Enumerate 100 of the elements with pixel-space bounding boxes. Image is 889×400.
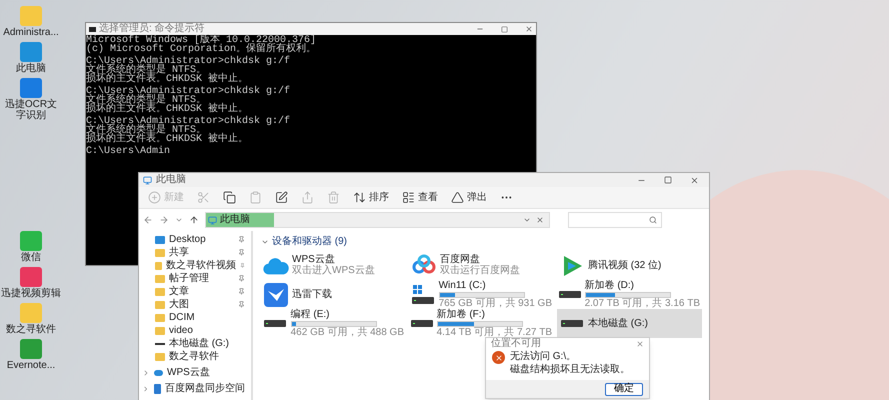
capacity-text: 4.14 TB 可用，共 7.27 TB: [436, 328, 552, 338]
ok-button[interactable]: 确定: [605, 382, 643, 396]
plus-icon: [148, 191, 161, 204]
drive-item[interactable]: 本地磁盘 (G:): [557, 309, 702, 338]
caret-icon[interactable]: [175, 216, 183, 224]
search-field[interactable]: [568, 212, 662, 228]
item-name: WPS云盘: [292, 255, 336, 265]
item-name: 新加卷 (F:): [436, 310, 486, 320]
desktop-icon-label[interactable]: Administra...: [1, 27, 61, 38]
sidebar-item[interactable]: Desktop: [139, 233, 251, 246]
sidebar-item[interactable]: 本地磁盘 (G:): [139, 337, 251, 350]
maximize-icon[interactable]: [664, 176, 672, 184]
app-item[interactable]: 腾讯视频 (32 位): [557, 251, 702, 280]
sidebar-item[interactable]: 大图: [139, 298, 251, 311]
search-icon: [649, 216, 657, 224]
desktop-icon-label[interactable]: Evernote...: [1, 360, 61, 371]
app-icon: [20, 267, 42, 287]
desktop-icon-label[interactable]: 此电脑: [1, 63, 61, 74]
clear-icon[interactable]: [536, 216, 544, 224]
console-line: Microsoft Windows [版本 10.0.22000.376]: [86, 36, 316, 45]
expand-icon[interactable]: [142, 368, 150, 376]
item-description: 双击进入WPS云盘: [292, 266, 376, 276]
drive-item[interactable]: 编程 (E:) 462 GB 可用，共 488 GB: [261, 309, 406, 338]
capacity-text: 765 GB 可用，共 931 GB: [438, 298, 552, 308]
sidebar-item[interactable]: WPS云盘: [139, 366, 251, 379]
dropdown-icon[interactable]: [523, 216, 531, 224]
drive-item[interactable]: 新加卷 (F:) 4.14 TB 可用，共 7.27 TB: [409, 309, 554, 338]
copy-icon: [223, 191, 236, 204]
play-icon: [561, 254, 583, 278]
window-title: 选择管理员: 命令提示符: [99, 24, 205, 34]
cloud-icon: [154, 370, 163, 376]
close-icon[interactable]: [636, 340, 644, 348]
desktop-icon: [155, 236, 165, 244]
back-icon[interactable]: [143, 215, 153, 225]
paste-icon: [249, 191, 262, 204]
folder-icon: [155, 352, 165, 360]
sidebar-item[interactable]: 共享: [139, 246, 251, 259]
bird-icon: [264, 282, 288, 306]
item-name: 迅雷下载: [292, 290, 333, 300]
item-name: 本地磁盘 (G:): [588, 318, 649, 328]
cut-icon: [197, 191, 210, 204]
expand-icon[interactable]: [142, 384, 150, 392]
console-line: 损坏的主文件表。CHKDSK 被中止。: [86, 75, 248, 84]
console-line: 损坏的主文件表。CHKDSK 被中止。: [86, 135, 248, 144]
share-icon: [301, 191, 314, 204]
console-line: 损坏的主文件表。CHKDSK 被中止。: [86, 105, 248, 114]
window-title: 此电脑: [156, 175, 186, 185]
console-line: 文件系统的类型是 NTFS。: [86, 126, 206, 135]
address-bar[interactable]: 此电脑: [205, 212, 550, 228]
folder-icon: [20, 6, 42, 26]
app-icon: [20, 78, 42, 98]
app-item[interactable]: WPS云盘 双击进入WPS云盘: [261, 251, 406, 280]
drive-icon: [264, 320, 286, 327]
sidebar-item[interactable]: 文章: [139, 285, 251, 298]
console-line: 文件系统的类型是 NTFS。: [86, 96, 206, 105]
item-name: 腾讯视频 (32 位): [588, 260, 662, 270]
drive-icon: [561, 320, 583, 327]
item-name: 编程 (E:): [290, 310, 330, 320]
dialog-title: 位置不可用: [491, 339, 541, 349]
rename-icon: [275, 191, 288, 204]
desktop-icon-label[interactable]: 数之寻软件: [1, 324, 61, 335]
sidebar-item[interactable]: video: [139, 324, 251, 337]
desktop-icon-label[interactable]: 迅捷视频剪辑: [1, 288, 61, 299]
console-line: (c) Microsoft Corporation。保留所有权利。: [86, 45, 316, 54]
app-item[interactable]: 迅雷下载: [261, 280, 406, 309]
error-detail: 磁盘结构损坏且无法读取。: [510, 364, 630, 376]
view-icon: [402, 191, 415, 204]
up-icon[interactable]: [189, 215, 199, 225]
drive-item[interactable]: 新加卷 (D:) 2.07 TB 可用，共 3.16 TB: [557, 280, 702, 309]
sort-button[interactable]: 排序: [348, 188, 394, 208]
item-name: 新加卷 (D:): [584, 280, 636, 290]
sync-icon: [154, 384, 161, 394]
collapse-icon[interactable]: [261, 238, 269, 246]
desktop-icon-label[interactable]: 微信: [1, 252, 61, 263]
sidebar-item[interactable]: 数之寻软件视频: [139, 259, 251, 272]
sidebar-item[interactable]: 百度网盘同步空间: [139, 382, 251, 395]
capacity-text: 2.07 TB 可用，共 3.16 TB: [584, 298, 700, 308]
eject-button[interactable]: 弹出: [446, 188, 492, 208]
sidebar-item[interactable]: 数之寻软件: [139, 350, 251, 363]
sidebar-item[interactable]: DCIM: [139, 311, 251, 324]
console-line: C:\Users\Admin: [86, 147, 170, 156]
error-message: 无法访问 G:\。: [510, 351, 578, 363]
view-button[interactable]: 查看: [397, 188, 443, 208]
sidebar-item[interactable]: 帖子管理: [139, 272, 251, 285]
desktop-icon-label[interactable]: 迅捷OCR文字识别: [1, 99, 61, 121]
forward-icon[interactable]: [159, 215, 169, 225]
close-icon[interactable]: [690, 176, 699, 184]
drive-item[interactable]: Win11 (C:) 765 GB 可用，共 931 GB: [409, 280, 554, 309]
capacity-text: 462 GB 可用，共 488 GB: [290, 328, 404, 338]
folder-icon: [20, 303, 42, 323]
app-icon: [20, 231, 42, 251]
delete-icon: [327, 191, 340, 204]
drive-icon: [559, 291, 582, 298]
console-line: 文件系统的类型是 NTFS。: [86, 66, 206, 75]
sort-icon: [353, 191, 366, 204]
section-header[interactable]: 设备和驱动器 (9): [272, 237, 347, 247]
item-name: 百度网盘: [440, 255, 481, 265]
close-icon[interactable]: [525, 25, 533, 33]
app-item[interactable]: 百度网盘 双击运行百度网盘: [409, 251, 554, 280]
maximize-icon[interactable]: [501, 26, 508, 32]
